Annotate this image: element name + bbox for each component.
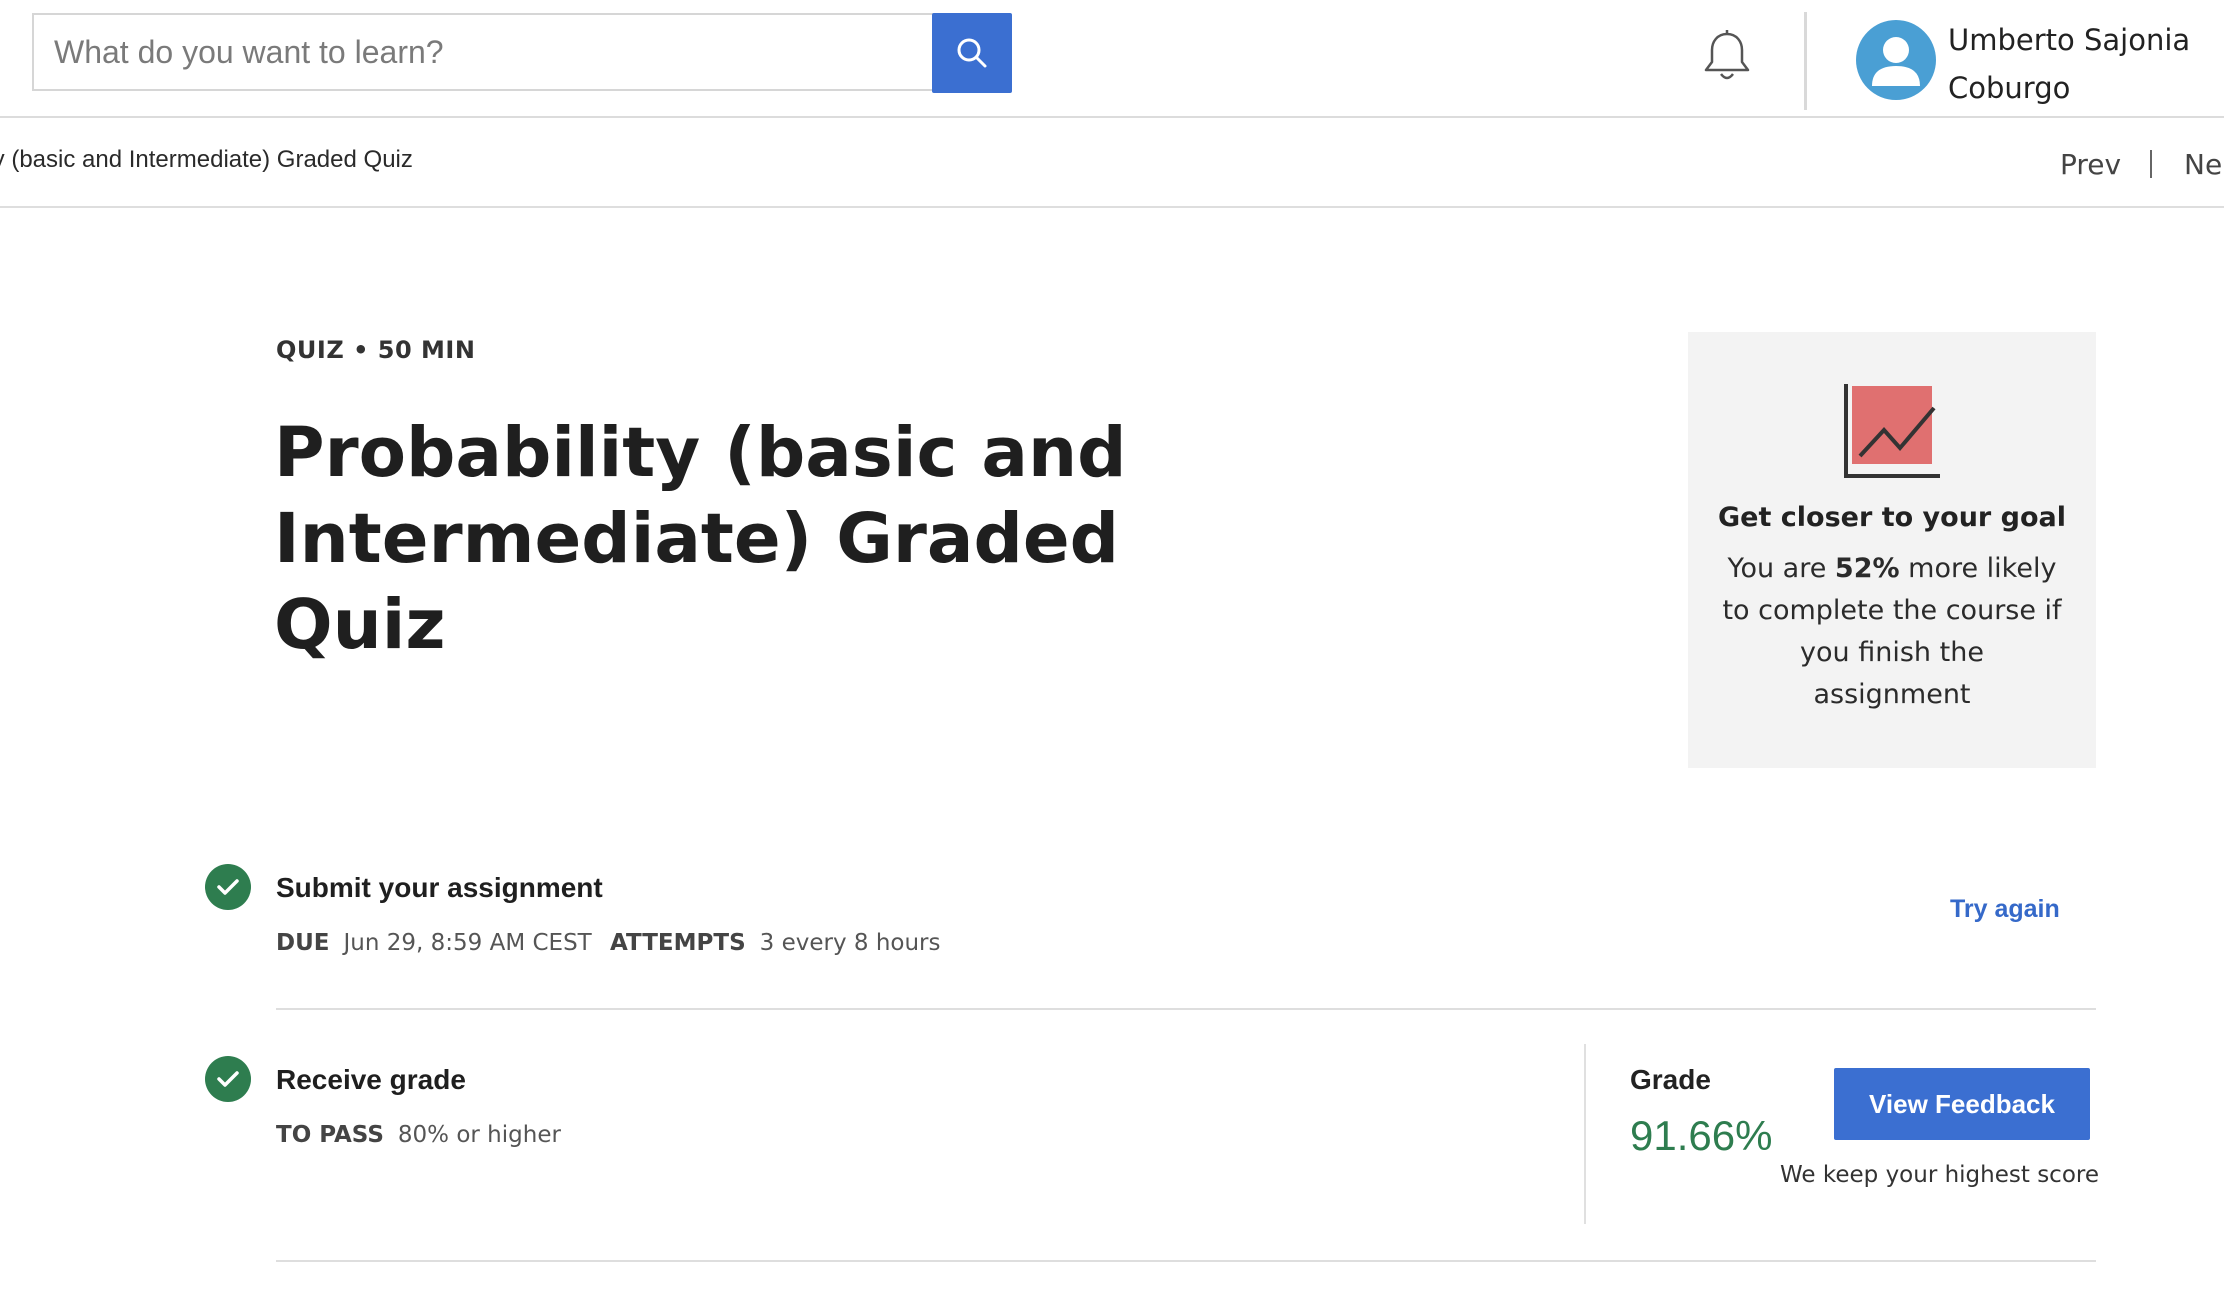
header-divider [1804, 12, 1807, 110]
submit-check-icon [205, 864, 251, 910]
avatar[interactable] [1856, 20, 1936, 100]
grade-value: 91.66% [1630, 1112, 1773, 1159]
due-info: DUE Jun 29, 8:59 AM CEST [276, 930, 592, 956]
search-box [32, 13, 934, 91]
search-input[interactable] [34, 15, 934, 89]
attempts-value: 3 every 8 hours [759, 930, 941, 956]
pass-value: 80% or higher [397, 1122, 561, 1148]
goal-description: You are 52% more likely to complete the … [1718, 548, 2066, 716]
header-divider-line [0, 116, 2224, 118]
receive-grade-title: Receive grade [276, 1064, 466, 1095]
attempts-label: ATTEMPTS [610, 930, 746, 956]
prev-button[interactable]: Prev [2060, 148, 2121, 181]
pass-info: TO PASS 80% or higher [276, 1122, 561, 1148]
attempts-info: ATTEMPTS 3 every 8 hours [610, 930, 941, 956]
breadcrumb-divider [0, 206, 2224, 208]
grade-check-icon [205, 1056, 251, 1102]
due-label: DUE [276, 930, 330, 956]
goal-card: Get closer to your goal You are 52% more… [1688, 332, 2096, 768]
search-icon [957, 38, 987, 68]
next-button[interactable]: Ne [2184, 148, 2222, 181]
view-feedback-button[interactable]: View Feedback [1834, 1068, 2090, 1140]
section-divider-bottom [276, 1260, 2096, 1262]
search-button[interactable] [932, 13, 1012, 93]
goal-title: Get closer to your goal [1718, 502, 2066, 533]
grade-divider [1584, 1044, 1586, 1224]
highest-score-note: We keep your highest score [1780, 1162, 2100, 1188]
goal-percent: 52% [1834, 553, 1900, 584]
item-type-label: QUIZ • 50 MIN [276, 336, 476, 364]
try-again-link[interactable]: Try again [1950, 895, 2060, 924]
user-avatar-icon [1872, 37, 1920, 86]
breadcrumb[interactable]: ty (basic and Intermediate) Graded Quiz [0, 146, 413, 174]
pass-label: TO PASS [276, 1122, 384, 1148]
page-title: Probability (basic and Intermediate) Gra… [274, 413, 1127, 665]
bell-icon[interactable] [1700, 28, 1754, 86]
goal-text-start: You are [1727, 553, 1835, 584]
due-value: Jun 29, 8:59 AM CEST [343, 930, 592, 956]
grade-label: Grade [1630, 1064, 1711, 1095]
nav-separator [2150, 150, 2152, 178]
section-divider [276, 1008, 2096, 1010]
submit-assignment-title: Submit your assignment [276, 872, 603, 903]
user-name[interactable]: Umberto Sajonia Coburgo [1948, 16, 2218, 112]
trend-chart-icon [1844, 384, 1940, 478]
